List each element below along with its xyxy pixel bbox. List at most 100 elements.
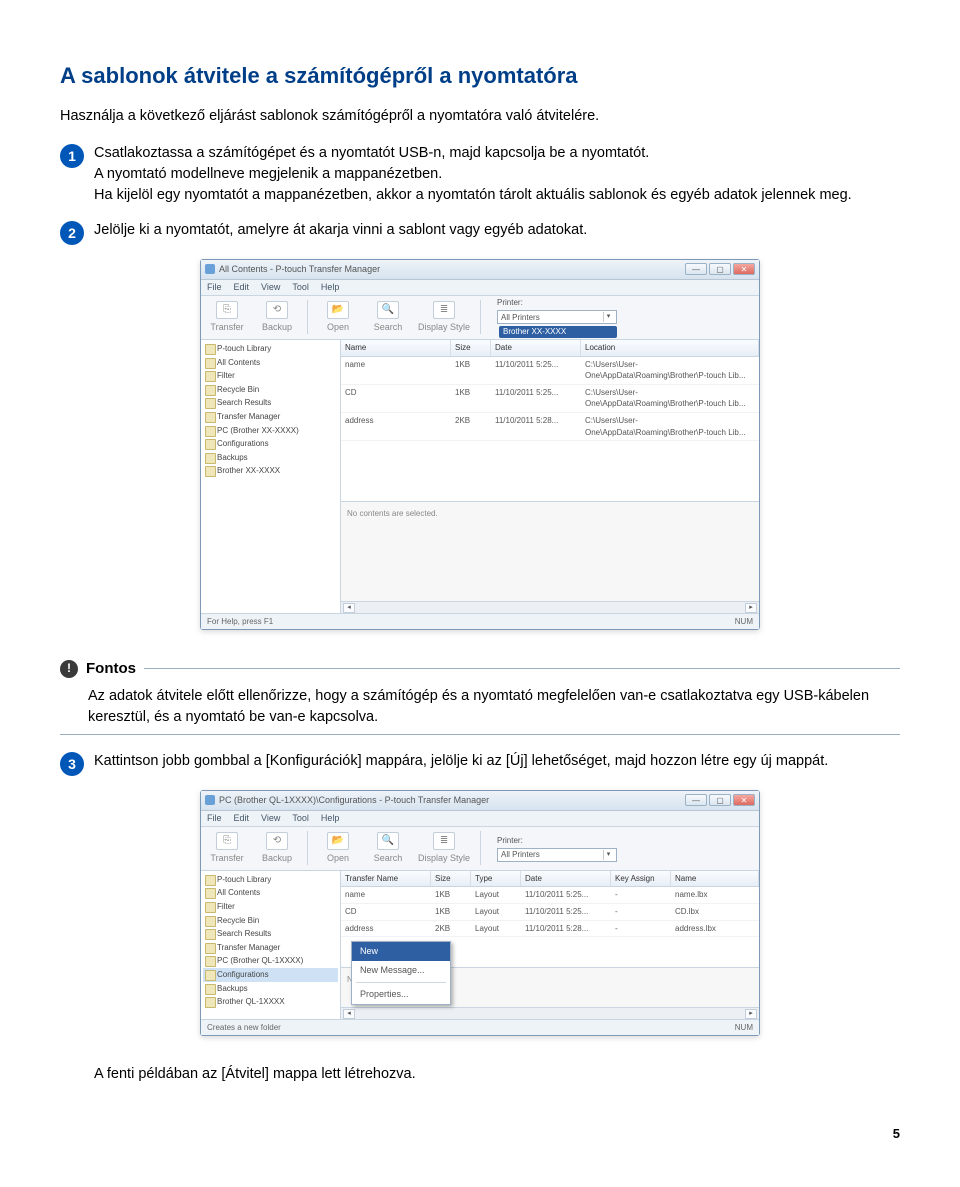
tree-search-results[interactable]: Search Results bbox=[203, 396, 338, 410]
context-menu[interactable]: New New Message... Properties... bbox=[351, 941, 451, 1005]
tool-open[interactable]: 📂Open bbox=[318, 832, 358, 865]
tool-transfer[interactable]: ⎘Transfer bbox=[207, 301, 247, 334]
tree-filter[interactable]: Filter bbox=[203, 900, 338, 914]
menu-tool[interactable]: Tool bbox=[292, 812, 309, 825]
tool-open[interactable]: 📂Open bbox=[318, 301, 358, 334]
printer-selected: All Printers bbox=[501, 849, 540, 861]
col-transfer-name[interactable]: Transfer Name bbox=[341, 871, 431, 887]
scroll-right-icon[interactable]: ▸ bbox=[745, 603, 757, 613]
step-2-line-1: Jelölje ki a nyomtatót, amelyre át akarj… bbox=[94, 220, 900, 241]
menu-tool[interactable]: Tool bbox=[292, 281, 309, 294]
maximize-button[interactable]: ▢ bbox=[709, 794, 731, 806]
tree-recycle-bin[interactable]: Recycle Bin bbox=[203, 383, 338, 397]
minimize-button[interactable]: — bbox=[685, 263, 707, 275]
tree-pc-printer[interactable]: PC (Brother XX-XXXX) bbox=[203, 424, 338, 438]
menu-bar[interactable]: File Edit View Tool Help bbox=[201, 280, 759, 296]
col-name[interactable]: Name bbox=[341, 340, 451, 356]
horizontal-scrollbar[interactable]: ◂ ▸ bbox=[341, 601, 759, 613]
col-key-assign[interactable]: Key Assign bbox=[611, 871, 671, 887]
step-1-line-3: Ha kijelöl egy nyomtatót a mappanézetben… bbox=[94, 185, 900, 206]
folder-tree[interactable]: P-touch Library All Contents Filter Recy… bbox=[201, 871, 341, 1019]
col-date[interactable]: Date bbox=[491, 340, 581, 356]
tree-ptouch-library[interactable]: P-touch Library bbox=[203, 342, 338, 356]
close-button[interactable]: ✕ bbox=[733, 263, 755, 275]
list-item[interactable]: name 1KB Layout 11/10/2011 5:25... - nam… bbox=[341, 887, 759, 904]
menu-help[interactable]: Help bbox=[321, 812, 340, 825]
tool-display-style[interactable]: ≣Display Style bbox=[418, 301, 470, 334]
notice-label: Fontos bbox=[86, 658, 136, 680]
menu-file[interactable]: File bbox=[207, 281, 222, 294]
list-item[interactable]: address 2KB 11/10/2011 5:28... C:\Users\… bbox=[341, 413, 759, 441]
tool-transfer[interactable]: ⎘Transfer bbox=[207, 832, 247, 865]
tool-backup[interactable]: ⟲Backup bbox=[257, 301, 297, 334]
important-notice: ! Fontos Az adatok átvitele előtt ellenő… bbox=[60, 658, 900, 735]
app-icon bbox=[205, 264, 215, 274]
chevron-down-icon: ▾ bbox=[603, 312, 613, 322]
step-2: 2 Jelölje ki a nyomtatót, amelyre át aka… bbox=[60, 220, 900, 245]
col-name2[interactable]: Name bbox=[671, 871, 759, 887]
list-item[interactable]: name 1KB 11/10/2011 5:25... C:\Users\Use… bbox=[341, 357, 759, 385]
folder-tree[interactable]: P-touch Library All Contents Filter Recy… bbox=[201, 340, 341, 613]
tree-all-contents[interactable]: All Contents bbox=[203, 886, 338, 900]
tree-search-results[interactable]: Search Results bbox=[203, 927, 338, 941]
tree-pc-printer[interactable]: PC (Brother QL-1XXXX) bbox=[203, 954, 338, 968]
printer-combo[interactable]: All Printers ▾ bbox=[497, 310, 617, 324]
tree-ptouch-library[interactable]: P-touch Library bbox=[203, 873, 338, 887]
chevron-down-icon: ▾ bbox=[603, 850, 613, 860]
context-menu-new[interactable]: New bbox=[352, 942, 450, 961]
tree-brother-printer[interactable]: Brother QL-1XXXX bbox=[203, 995, 338, 1009]
intro-text: Használja a következő eljárást sablonok … bbox=[60, 106, 900, 127]
scroll-left-icon[interactable]: ◂ bbox=[343, 603, 355, 613]
menu-edit[interactable]: Edit bbox=[234, 812, 250, 825]
tree-transfer-manager[interactable]: Transfer Manager bbox=[203, 941, 338, 955]
step-3: 3 Kattintson jobb gombbal a [Konfiguráci… bbox=[60, 751, 900, 776]
horizontal-scrollbar[interactable]: ◂ ▸ bbox=[341, 1007, 759, 1019]
scroll-left-icon[interactable]: ◂ bbox=[343, 1009, 355, 1019]
tool-search[interactable]: 🔍Search bbox=[368, 301, 408, 334]
list-item[interactable]: CD 1KB Layout 11/10/2011 5:25... - CD.lb… bbox=[341, 904, 759, 921]
printer-label: Printer: bbox=[497, 835, 617, 847]
section-title: A sablonok átvitele a számítógépről a ny… bbox=[60, 60, 900, 92]
context-menu-new-message[interactable]: New Message... bbox=[352, 961, 450, 980]
status-left: For Help, press F1 bbox=[207, 616, 273, 628]
tree-backups[interactable]: Backups bbox=[203, 982, 338, 996]
step-1: 1 Csatlakoztassa a számítógépet és a nyo… bbox=[60, 143, 900, 206]
tool-backup[interactable]: ⟲Backup bbox=[257, 832, 297, 865]
tree-all-contents[interactable]: All Contents bbox=[203, 356, 338, 370]
tree-transfer-manager[interactable]: Transfer Manager bbox=[203, 410, 338, 424]
menu-view[interactable]: View bbox=[261, 281, 280, 294]
col-size[interactable]: Size bbox=[451, 340, 491, 356]
menu-help[interactable]: Help bbox=[321, 281, 340, 294]
transfer-manager-window-1: All Contents - P-touch Transfer Manager … bbox=[200, 259, 760, 630]
printer-label: Printer: bbox=[497, 297, 617, 309]
tool-display-style[interactable]: ≣Display Style bbox=[418, 832, 470, 865]
detail-msg: No contents are selected. bbox=[347, 509, 438, 518]
col-location[interactable]: Location bbox=[581, 340, 759, 356]
scroll-right-icon[interactable]: ▸ bbox=[745, 1009, 757, 1019]
close-button[interactable]: ✕ bbox=[733, 794, 755, 806]
menu-file[interactable]: File bbox=[207, 812, 222, 825]
minimize-button[interactable]: — bbox=[685, 794, 707, 806]
printer-selected: All Printers bbox=[501, 312, 540, 324]
tree-backups[interactable]: Backups bbox=[203, 451, 338, 465]
maximize-button[interactable]: ▢ bbox=[709, 263, 731, 275]
col-type[interactable]: Type bbox=[471, 871, 521, 887]
tree-filter[interactable]: Filter bbox=[203, 369, 338, 383]
list-item[interactable]: CD 1KB 11/10/2011 5:25... C:\Users\User-… bbox=[341, 385, 759, 413]
tree-brother-printer[interactable]: Brother XX-XXXX bbox=[203, 464, 338, 478]
col-date[interactable]: Date bbox=[521, 871, 611, 887]
context-menu-properties[interactable]: Properties... bbox=[352, 985, 450, 1004]
tool-search[interactable]: 🔍Search bbox=[368, 832, 408, 865]
tree-recycle-bin[interactable]: Recycle Bin bbox=[203, 914, 338, 928]
tree-configurations[interactable]: Configurations bbox=[203, 437, 338, 451]
menu-bar[interactable]: File Edit View Tool Help bbox=[201, 811, 759, 827]
step-number-2: 2 bbox=[60, 221, 84, 245]
window-title: PC (Brother QL-1XXXX)\Configurations - P… bbox=[219, 794, 489, 807]
menu-edit[interactable]: Edit bbox=[234, 281, 250, 294]
col-size[interactable]: Size bbox=[431, 871, 471, 887]
printer-combo[interactable]: All Printers ▾ bbox=[497, 848, 617, 862]
list-item[interactable]: address 2KB Layout 11/10/2011 5:28... - … bbox=[341, 921, 759, 938]
step-1-line-2: A nyomtató modellneve megjelenik a mappa… bbox=[94, 164, 900, 185]
tree-configurations[interactable]: Configurations bbox=[203, 968, 338, 982]
menu-view[interactable]: View bbox=[261, 812, 280, 825]
